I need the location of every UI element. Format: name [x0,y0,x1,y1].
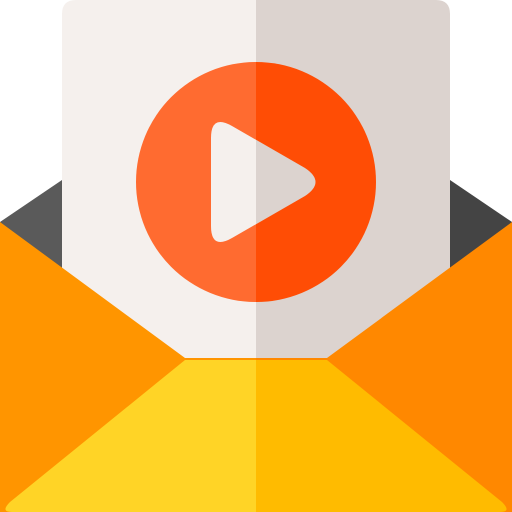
play-button-icon [136,62,376,302]
video-mail-svg [0,0,512,512]
video-mail-icon [0,0,512,512]
